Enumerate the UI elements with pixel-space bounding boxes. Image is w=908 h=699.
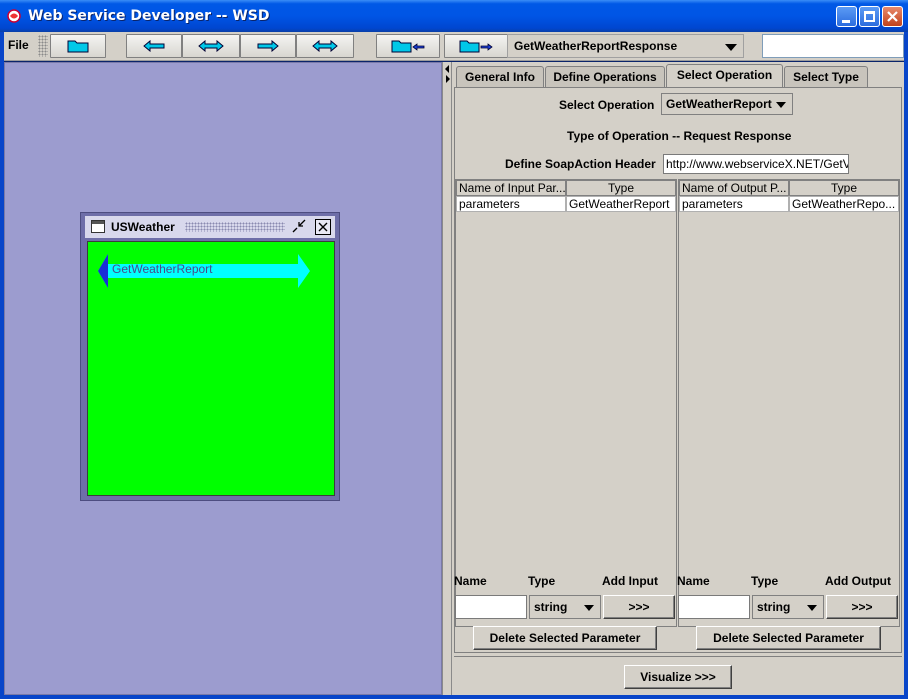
- service-frame-content[interactable]: GetWeatherReport: [87, 241, 335, 496]
- request-response-button[interactable]: [182, 34, 240, 58]
- open-folder-button[interactable]: [50, 34, 106, 58]
- add-output-button[interactable]: >>>: [826, 595, 898, 619]
- tab-define-operations[interactable]: Define Operations: [545, 66, 665, 87]
- chevron-down-icon: [776, 102, 786, 108]
- add-output-label: Add Output: [825, 574, 891, 588]
- input-parameters-table[interactable]: Name of Input Par... Type parameters Get…: [455, 179, 677, 627]
- output-parameters-table[interactable]: Name of Output P... Type parameters GetW…: [678, 179, 900, 627]
- output-type-value: string: [757, 600, 791, 614]
- input-name-field[interactable]: [455, 595, 527, 619]
- arrow-right-icon: [257, 40, 279, 52]
- input-type-value: string: [534, 600, 568, 614]
- toolbar-grip[interactable]: [38, 35, 48, 57]
- input-name-column-header[interactable]: Name of Input Par...: [456, 180, 566, 196]
- close-frame-button[interactable]: [315, 219, 331, 235]
- folder-arrow-left-icon: [391, 40, 425, 53]
- collapse-right-icon[interactable]: [446, 75, 450, 83]
- select-operation-value: GetWeatherReport: [666, 97, 772, 111]
- chevron-down-icon: [584, 605, 594, 611]
- operation-select[interactable]: GetWeatherReportResponse: [507, 34, 744, 58]
- folder-open-icon: [67, 40, 89, 53]
- minimize-icon: [842, 20, 850, 23]
- chevron-down-icon: [807, 605, 817, 611]
- tab-select-operation[interactable]: Select Operation: [666, 64, 783, 88]
- output-type-column-header[interactable]: Type: [789, 180, 899, 196]
- add-input-label: Add Input: [602, 574, 658, 588]
- input-type-label: Type: [528, 574, 556, 588]
- file-menu[interactable]: File: [8, 38, 29, 52]
- service-frame-titlebar[interactable]: USWeather: [85, 216, 335, 238]
- visualize-button[interactable]: Visualize >>>: [624, 665, 732, 689]
- output-name-field[interactable]: [678, 595, 750, 619]
- output-name-column-header[interactable]: Name of Output P...: [679, 180, 789, 196]
- window-border-right: [904, 32, 908, 695]
- tab-label: Define Operations: [553, 70, 657, 84]
- output-type-label: Type: [751, 574, 779, 588]
- tab-general-info[interactable]: General Info: [456, 66, 544, 87]
- folder-arrow-right-icon: [459, 40, 493, 53]
- bidirectional-button[interactable]: [296, 34, 354, 58]
- title-bar: Web Service Developer -- WSD: [0, 0, 908, 32]
- move-right-button[interactable]: [240, 34, 296, 58]
- section-divider: [454, 656, 902, 657]
- collapse-left-icon[interactable]: [445, 65, 449, 73]
- close-icon: [318, 222, 328, 232]
- table-row-type-cell[interactable]: GetWeatherRepo...: [789, 196, 899, 212]
- arrow-left-icon: [143, 40, 165, 52]
- titlebar-grip: [185, 222, 285, 232]
- output-type-select[interactable]: string: [752, 595, 824, 619]
- input-type-column-header[interactable]: Type: [566, 180, 676, 196]
- close-icon: [887, 11, 898, 22]
- operation-label: GetWeatherReport: [112, 262, 213, 276]
- input-name-label: Name: [454, 574, 487, 588]
- operation-select-value: GetWeatherReportResponse: [514, 39, 678, 53]
- window-icon: [91, 220, 105, 233]
- table-row-name-cell[interactable]: parameters: [679, 196, 789, 212]
- select-operation-panel: Select Operation GetWeatherReport Type o…: [454, 87, 902, 653]
- delete-input-parameter-button[interactable]: Delete Selected Parameter: [473, 626, 657, 650]
- service-frame[interactable]: USWeather GetWeatherReport: [80, 212, 340, 501]
- soap-action-input[interactable]: http://www.webserviceX.NET/GetV: [663, 154, 849, 174]
- tab-label: Select Type: [793, 70, 859, 84]
- export-button[interactable]: [444, 34, 508, 58]
- split-pane-divider[interactable]: [442, 62, 452, 695]
- operation-arrow[interactable]: GetWeatherReport: [98, 252, 310, 290]
- maximize-icon: [864, 11, 875, 22]
- tab-label: General Info: [464, 70, 535, 84]
- app-logo-icon: [7, 9, 21, 23]
- tab-select-type[interactable]: Select Type: [784, 66, 868, 87]
- delete-output-parameter-button[interactable]: Delete Selected Parameter: [696, 626, 881, 650]
- arrow-left-right-icon: [198, 40, 224, 52]
- select-operation-label: Select Operation: [559, 98, 655, 112]
- service-frame-title: USWeather: [111, 220, 175, 234]
- add-input-button[interactable]: >>>: [603, 595, 675, 619]
- tab-label: Select Operation: [676, 68, 773, 82]
- operation-type-text: Type of Operation -- Request Response: [567, 129, 792, 143]
- close-button[interactable]: [882, 6, 903, 27]
- minimize-button[interactable]: [836, 6, 857, 27]
- toolbar: File GetWeatherReportResponse: [4, 32, 904, 61]
- table-row-type-cell[interactable]: GetWeatherReport: [566, 196, 676, 212]
- input-type-select[interactable]: string: [529, 595, 601, 619]
- move-left-button[interactable]: [126, 34, 182, 58]
- window-border-bottom: [0, 695, 908, 699]
- toolbar-text-input[interactable]: [762, 34, 904, 58]
- maximize-button[interactable]: [859, 6, 880, 27]
- import-button[interactable]: [376, 34, 440, 58]
- properties-pane: General Info Define Operations Select Op…: [452, 62, 904, 695]
- output-name-label: Name: [677, 574, 710, 588]
- soap-action-label: Define SoapAction Header: [505, 157, 656, 171]
- restore-frame-button[interactable]: [291, 219, 307, 235]
- table-row-name-cell[interactable]: parameters: [456, 196, 566, 212]
- select-operation-combo[interactable]: GetWeatherReport: [661, 93, 793, 115]
- chevron-down-icon: [725, 44, 737, 51]
- arrow-left-right-icon: [312, 40, 338, 52]
- window-title: Web Service Developer -- WSD: [28, 8, 270, 24]
- restore-icon: [292, 219, 306, 233]
